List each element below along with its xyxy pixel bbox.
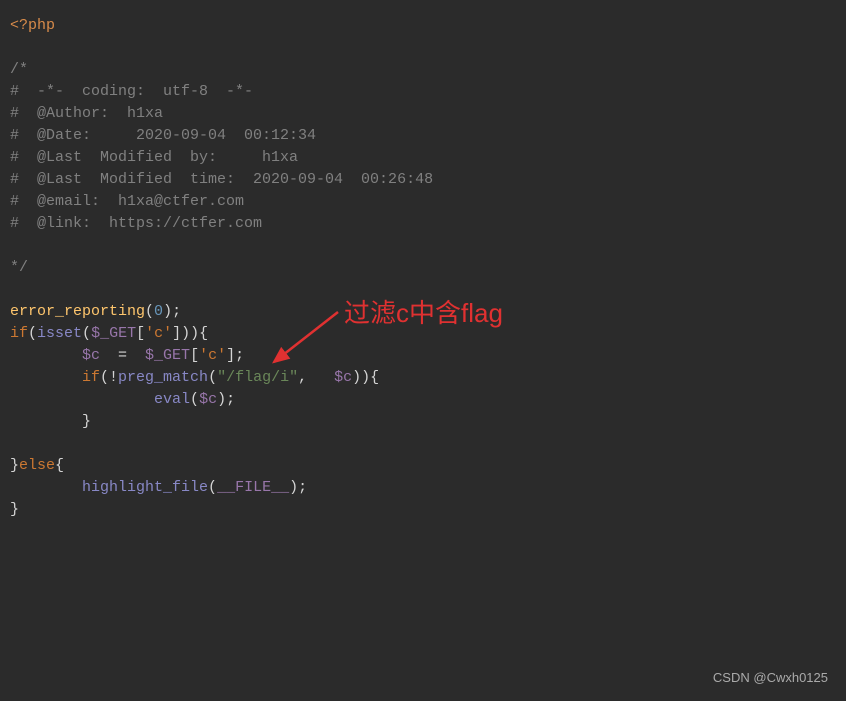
func-highlight-file: highlight_file: [82, 479, 208, 496]
comment-line: # @email: h1xa@ctfer.com: [10, 193, 244, 210]
number-zero: 0: [154, 303, 163, 320]
comment-open: /*: [10, 61, 28, 78]
comment-line: # @Author: h1xa: [10, 105, 163, 122]
func-eval: eval: [154, 391, 190, 408]
keyword-if: if: [82, 369, 100, 386]
equals: =: [100, 347, 145, 364]
var-c: $c: [82, 347, 100, 364]
const-file: __FILE__: [217, 479, 289, 496]
keyword-else: else: [19, 457, 55, 474]
var-get: $_GET: [145, 347, 190, 364]
func-isset: isset: [37, 325, 82, 342]
comment-line: # @Last Modified by: h1xa: [10, 149, 298, 166]
comment-line: # @Last Modified time: 2020-09-04 00:26:…: [10, 171, 433, 188]
watermark: CSDN @Cwxh0125: [713, 667, 828, 689]
comment-line: # -*- coding: utf-8 -*-: [10, 83, 253, 100]
comment-line: # @link: https://ctfer.com: [10, 215, 262, 232]
code-block: <?php /* # -*- coding: utf-8 -*- # @Auth…: [10, 15, 836, 521]
func-preg-match: preg_match: [118, 369, 208, 386]
func-error-reporting: error_reporting: [10, 303, 145, 320]
var-c: $c: [334, 369, 352, 386]
var-get: $_GET: [91, 325, 136, 342]
php-open-tag: <?php: [10, 17, 55, 34]
comment-line: # @Date: 2020-09-04 00:12:34: [10, 127, 316, 144]
keyword-if: if: [10, 325, 28, 342]
string-regex: "/flag/i": [217, 369, 298, 386]
comment-close: */: [10, 259, 28, 276]
var-c: $c: [199, 391, 217, 408]
